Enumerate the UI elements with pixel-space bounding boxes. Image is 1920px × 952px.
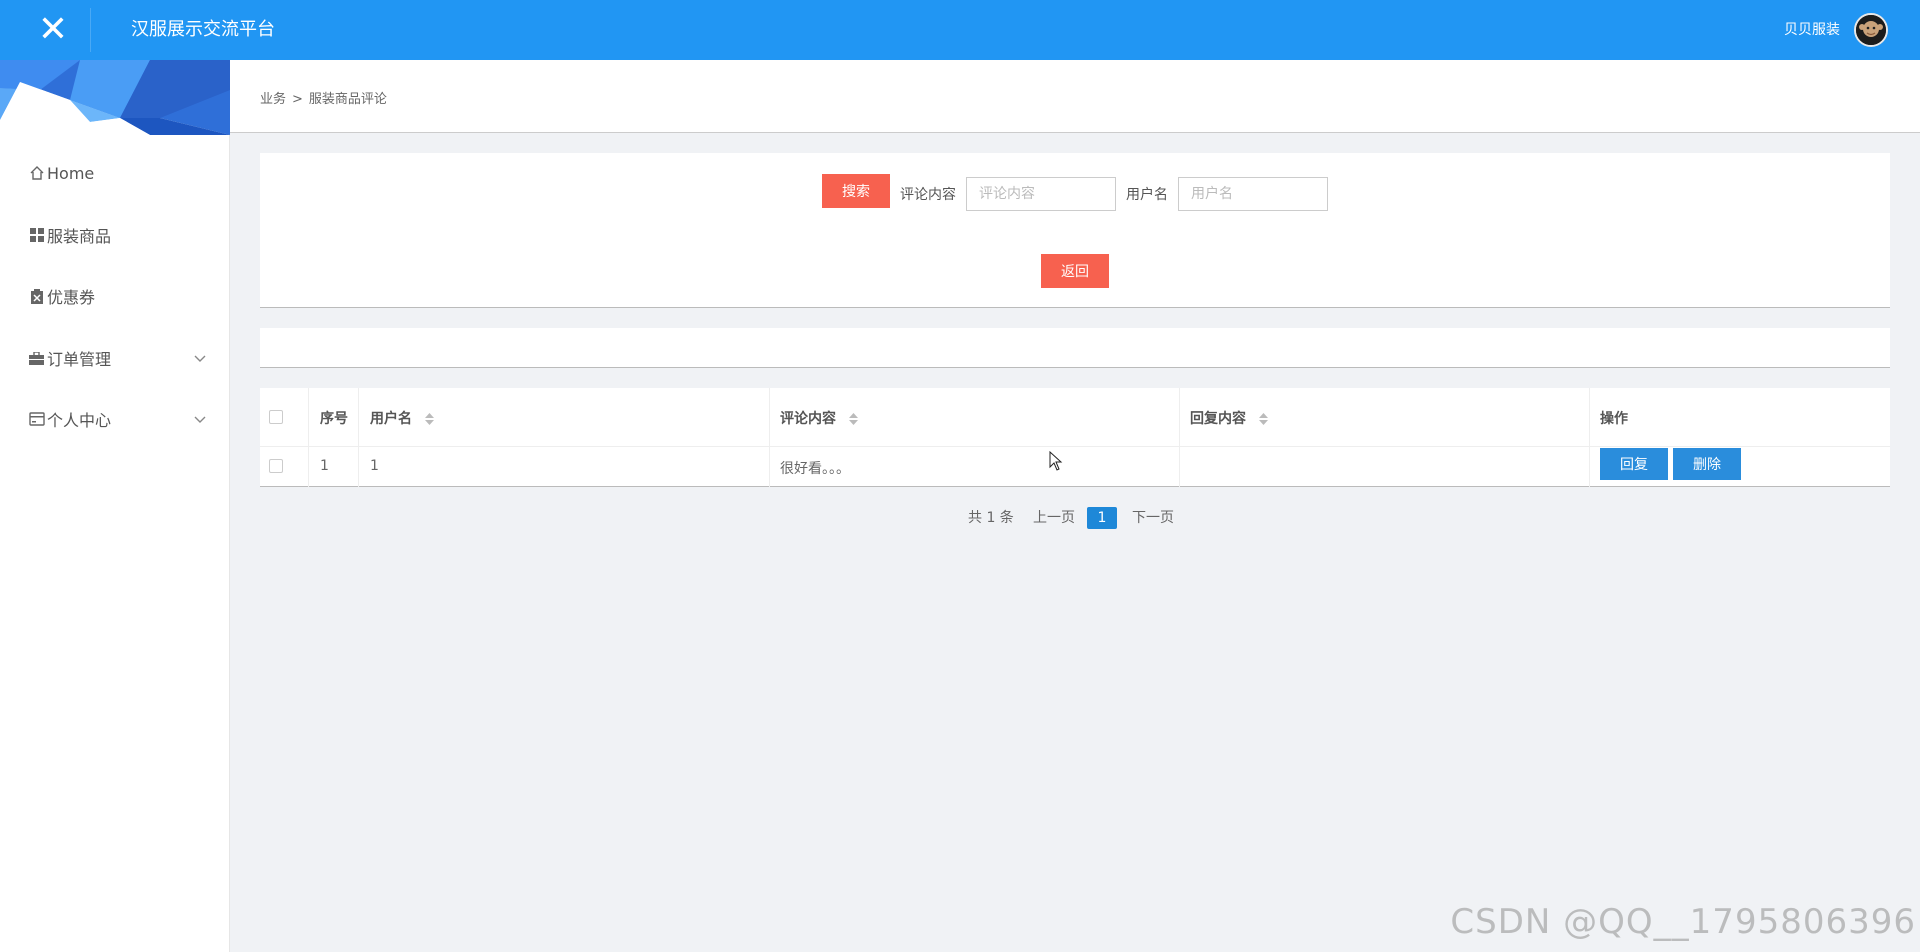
sidebar-item-profile[interactable]: 个人中心 — [0, 399, 230, 439]
row-divider — [260, 446, 1890, 447]
back-button[interactable]: 返回 — [1041, 254, 1109, 288]
sidebar-item-label: 服装商品 — [47, 227, 112, 246]
sidebar-banner-image — [0, 60, 230, 135]
sidebar-item-label: 订单管理 — [47, 350, 112, 369]
search-button[interactable]: 搜索 — [822, 174, 890, 208]
header-divider — [90, 8, 91, 52]
column-divider — [358, 388, 359, 487]
breadcrumb-current: 服装商品评论 — [308, 92, 387, 107]
username-search-input[interactable] — [1178, 177, 1328, 211]
row-checkbox[interactable] — [269, 459, 283, 473]
watermark: CSDN @QQ__1795806396 — [1450, 902, 1916, 942]
select-all-checkbox[interactable] — [269, 410, 283, 424]
close-icon: ✕ — [37, 9, 69, 50]
user-name[interactable]: 贝贝服装 — [1784, 0, 1840, 60]
sidebar: Home 服装商品 优惠券 订单管理 个人中心 — [0, 60, 230, 952]
chevron-down-icon — [194, 355, 206, 362]
sidebar-item-coupons[interactable]: 优惠券 — [0, 276, 230, 316]
sort-icon[interactable] — [848, 413, 858, 425]
toolbar-panel — [260, 328, 1890, 368]
avatar-icon — [1856, 15, 1886, 45]
sidebar-item-orders[interactable]: 订单管理 — [0, 338, 230, 378]
breadcrumb-separator: > — [292, 92, 303, 107]
column-divider — [1179, 388, 1180, 487]
header-actions: 操作 — [1600, 411, 1628, 427]
reply-button[interactable]: 回复 — [1600, 448, 1668, 480]
comments-table: 序号 用户名 评论内容 回复内容 操作 1 1 很好看。。。 回复 删除 — [260, 388, 1890, 487]
breadcrumb-parent[interactable]: 业务 — [260, 92, 286, 107]
mouse-cursor-icon — [1049, 451, 1063, 471]
breadcrumb: 业务 > 服装商品评论 — [260, 88, 387, 107]
pagination-total: 共 1 条 — [968, 510, 1014, 526]
briefcase-icon — [28, 350, 45, 367]
comment-search-input[interactable] — [966, 177, 1116, 211]
pagination-page-1[interactable]: 1 — [1087, 507, 1117, 529]
header-username[interactable]: 用户名 — [370, 408, 434, 428]
sidebar-item-label: 优惠券 — [47, 288, 96, 307]
card-icon — [28, 411, 45, 428]
home-icon — [28, 165, 45, 182]
column-divider — [1589, 388, 1590, 487]
header-comment[interactable]: 评论内容 — [780, 408, 858, 428]
top-bar: ✕ 汉服展示交流平台 贝贝服装 — [0, 0, 1920, 60]
menu-toggle-button[interactable]: ✕ — [16, 0, 90, 60]
search-panel: 搜索 评论内容 用户名 返回 — [260, 153, 1890, 308]
clipboard-icon — [28, 288, 45, 305]
column-divider — [308, 388, 309, 487]
username-label: 用户名 — [1126, 187, 1168, 203]
column-divider — [769, 388, 770, 487]
grid-icon — [28, 227, 45, 244]
header-username-label: 用户名 — [370, 411, 412, 427]
header-index: 序号 — [320, 411, 348, 427]
header-reply-label: 回复内容 — [1190, 411, 1246, 427]
comment-label: 评论内容 — [900, 187, 956, 203]
cell-username: 1 — [370, 458, 379, 474]
cell-index: 1 — [320, 458, 329, 474]
sort-icon[interactable] — [1258, 413, 1268, 425]
chevron-down-icon — [194, 416, 206, 423]
pagination-prev[interactable]: 上一页 — [1033, 507, 1075, 531]
delete-button[interactable]: 删除 — [1673, 448, 1741, 480]
sidebar-item-products[interactable]: 服装商品 — [0, 215, 230, 255]
breadcrumb-bar: 业务 > 服装商品评论 — [230, 60, 1920, 133]
sidebar-item-label: 个人中心 — [47, 411, 112, 430]
sidebar-item-label: Home — [47, 163, 95, 183]
app-title: 汉服展示交流平台 — [131, 19, 275, 40]
header-reply[interactable]: 回复内容 — [1190, 408, 1268, 428]
sort-icon[interactable] — [424, 413, 434, 425]
pagination-next[interactable]: 下一页 — [1132, 507, 1174, 531]
cell-comment: 很好看。。。 — [780, 461, 850, 477]
header-comment-label: 评论内容 — [780, 411, 836, 427]
sidebar-item-home[interactable]: Home — [0, 153, 230, 193]
avatar[interactable] — [1854, 13, 1888, 47]
